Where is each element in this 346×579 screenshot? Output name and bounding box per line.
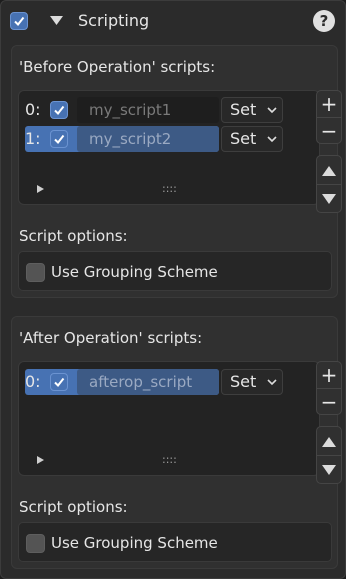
resize-grip-icon[interactable]: :::: [162,182,177,195]
before-scripts-list[interactable]: 0: my_script1 Set 1: my_script2 Set:::: [18,90,320,205]
checkmark-icon [54,134,65,145]
use-grouping-scheme-label[interactable]: Use Grouping Scheme [51,263,218,281]
checkmark-icon [54,105,65,116]
expand-filter-icon[interactable] [37,456,44,464]
resize-grip-icon[interactable]: :::: [162,453,177,466]
use-grouping-scheme-checkbox[interactable] [26,263,45,282]
row-index: 0: [25,100,41,119]
add-remove-buttons: + − [316,361,342,415]
script-options-label: Script options: [19,227,128,245]
expand-filter-icon[interactable] [37,185,44,193]
remove-script-button[interactable]: − [317,389,341,415]
row-enabled-checkbox[interactable] [50,373,68,391]
row-enabled-checkbox[interactable] [50,101,68,119]
panel-title: Scripting [78,11,150,30]
add-script-button[interactable]: + [317,362,341,388]
row-index: 1: [25,129,41,148]
collapse-triangle-icon[interactable] [50,16,63,26]
add-remove-buttons: + − [316,90,342,144]
script-options-label: Script options: [19,498,128,516]
checkmark-icon [54,377,65,388]
arrow-up-icon [322,437,336,447]
after-scripts-list[interactable]: 0: afterop_script Set :::: [18,361,320,476]
before-operation-section: 'Before Operation' scripts: 0: my_script… [11,45,342,298]
use-grouping-scheme-checkbox[interactable] [26,534,45,553]
chevron-down-icon [267,136,277,143]
move-down-button[interactable] [317,186,341,212]
move-up-button[interactable] [317,429,341,455]
set-mode-label: Set [230,372,257,391]
script-options-box: Use Grouping Scheme [18,251,332,291]
set-mode-dropdown[interactable]: Set [221,126,283,152]
set-mode-label: Set [230,129,257,148]
use-grouping-scheme-label[interactable]: Use Grouping Scheme [51,534,218,552]
chevron-down-icon [267,379,277,386]
script-name-field[interactable]: afterop_script [77,369,219,395]
row-enabled-checkbox[interactable] [50,130,68,148]
set-mode-dropdown[interactable]: Set [221,369,283,395]
enable-scripting-checkbox[interactable] [10,12,28,30]
checkmark-icon [14,16,25,27]
set-mode-dropdown[interactable]: Set [221,97,283,123]
arrow-up-icon [322,166,336,176]
scripting-panel: Scripting ? 'Before Operation' scripts: … [0,0,346,579]
remove-script-button[interactable]: − [317,118,341,144]
arrow-down-icon [322,194,336,204]
panel-header[interactable]: Scripting ? [1,1,345,41]
row-index: 0: [25,372,41,391]
set-mode-label: Set [230,100,257,119]
after-operation-section: 'After Operation' scripts: 0: afterop_sc… [11,316,342,569]
help-icon[interactable]: ? [313,10,335,32]
divider [317,184,341,185]
script-name-field[interactable]: my_script1 [77,97,219,123]
move-buttons [316,426,342,484]
divider [317,455,341,456]
add-script-button[interactable]: + [317,91,341,117]
move-down-button[interactable] [317,457,341,483]
after-scripts-label: 'After Operation' scripts: [19,329,203,347]
script-options-box: Use Grouping Scheme [18,522,332,562]
before-scripts-label: 'Before Operation' scripts: [19,58,216,76]
arrow-down-icon [322,465,336,475]
script-name-field[interactable]: my_script2 [77,126,219,152]
chevron-down-icon [267,107,277,114]
move-buttons [316,155,342,213]
move-up-button[interactable] [317,158,341,184]
